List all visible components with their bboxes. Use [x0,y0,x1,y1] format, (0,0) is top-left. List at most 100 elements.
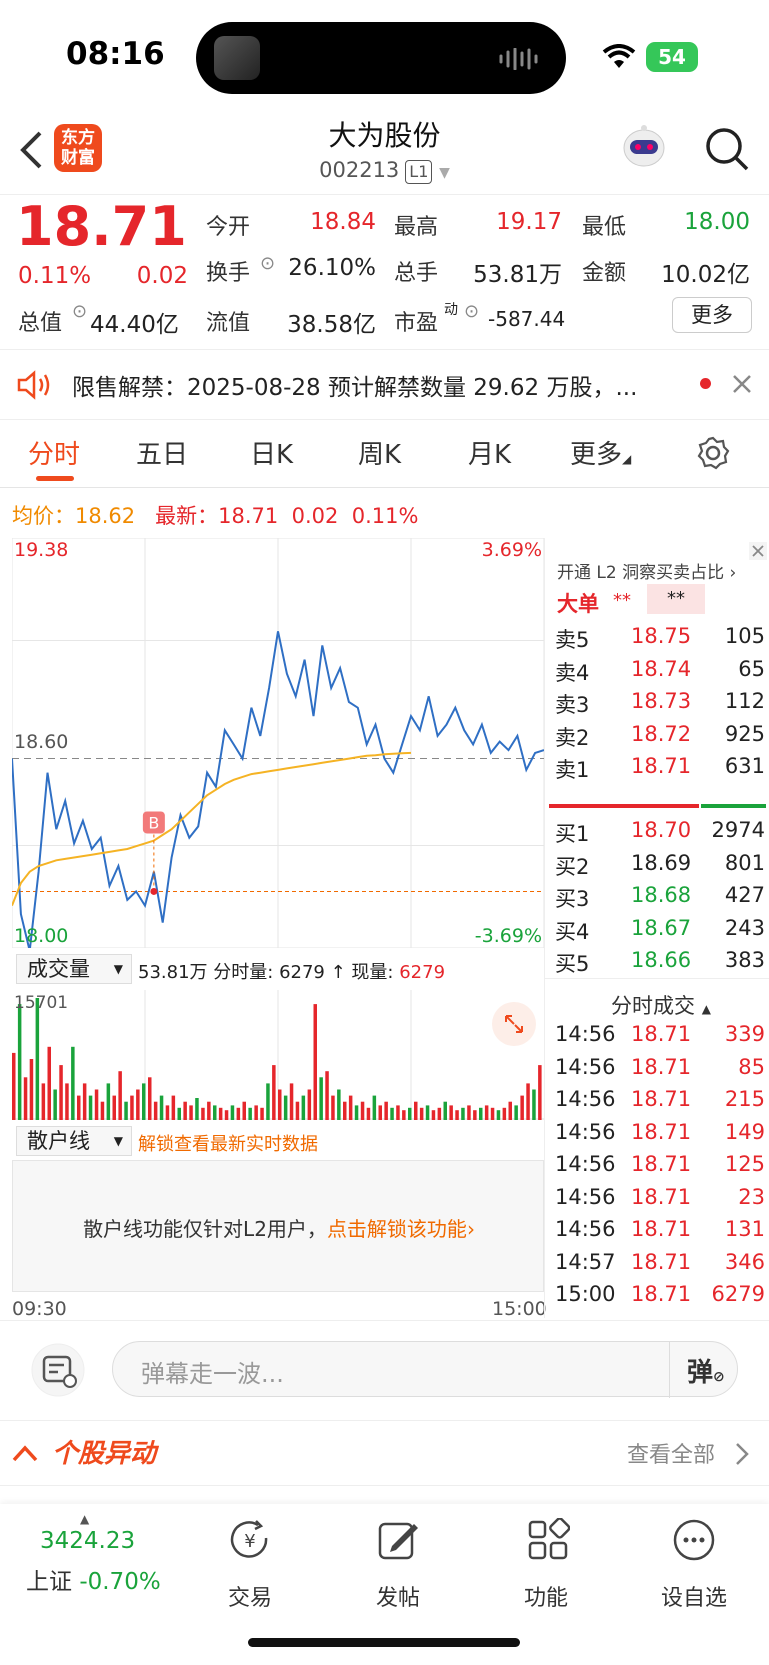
tab-intraday[interactable]: 分时 [28,434,80,471]
info-icon[interactable]: ⊙ [464,301,479,322]
volume-bar [484,1105,489,1120]
danmaku-list-icon[interactable] [28,1343,88,1397]
trade-row: 14:56 18.71 131 [555,1217,765,1249]
volume-bar [201,1107,205,1120]
volume-bar [195,1098,199,1120]
ask-label: 卖3 [555,693,590,717]
unlock-link[interactable]: 点击解锁该功能 [327,1217,467,1241]
tab-functions[interactable]: 功能 [496,1580,596,1612]
tab-watchlist[interactable]: 设自选 [644,1580,744,1612]
volume-bar [136,1089,140,1120]
tab-monthly-k[interactable]: 月K [468,434,511,471]
l2-promo[interactable]: 开通 L2 洞察买卖占比 › [557,558,736,583]
settings-icon[interactable] [696,436,730,470]
y-bottom-label: 18.00 [14,925,68,947]
battery-level: 54 [646,42,698,72]
cur-vol: 6279 [399,962,446,983]
robot-assistant-icon[interactable] [620,124,668,174]
volume-bar [82,1083,87,1120]
info-icon[interactable]: ⊙ [260,253,275,274]
tab-post[interactable]: 发帖 [348,1580,448,1612]
chevron-right-icon [736,1443,749,1465]
volume-bar [100,1101,105,1120]
ask-volume: 65 [738,656,765,681]
info-icon[interactable]: ⊙ [72,301,87,322]
latest-value: 18.71 [218,504,279,528]
volume-bar [153,1101,158,1120]
pct-bottom-label: -3.69% [475,925,542,947]
volume-bar [372,1095,377,1120]
volume-bar [532,1089,536,1120]
ask-label: 卖5 [555,628,590,652]
volume-bar [461,1107,465,1120]
volume-stats: 53.81万 分时量: 6279 ↑ 现量: 6279 [138,962,446,983]
bid-volume: 243 [724,915,765,940]
tab-more[interactable]: 更多◢ [570,434,631,471]
low-label: 最低 [582,215,627,240]
notice-bar[interactable]: 限售解禁：2025-08-28 预计解禁数量 29.62 万股，... [0,350,769,420]
open-value: 18.84 [310,209,376,235]
high-value: 19.17 [496,209,562,235]
trade-row: 14:56 18.71 149 [555,1120,765,1152]
volume-bar [118,1071,122,1120]
ask-row: 卖2 18.72 925 [555,722,765,754]
ask-ratio-bar [549,804,699,808]
stock-header: 东方 财富 大为股份 002213 L1 ▼ [0,112,769,194]
turnover-value: 26.10% [288,255,376,281]
last-price: 18.71 [16,195,187,258]
trades-title[interactable]: 分时成交 ▲ [611,990,711,1020]
close-icon[interactable] [749,542,767,560]
active-tab-indicator [36,476,74,481]
avg-price-line: 均价：18.62 最新：18.71 0.02 0.11% [12,500,418,530]
min-vol-label: 分时量: [213,962,274,983]
view-all-link[interactable]: 查看全部 [627,1437,715,1469]
tab-weekly-k[interactable]: 周K [358,434,401,471]
quote-panel: 18.71 0.11% 0.02 今开 18.84 最高 19.17 最低 18… [0,194,769,350]
tab-trade[interactable]: 交易 [200,1580,300,1612]
volume-bar [425,1105,430,1120]
volume-bar [490,1107,495,1120]
open-label: 今开 [206,215,251,240]
volume-bar [254,1105,258,1120]
indicator-select[interactable]: 成交量 ▼ [16,954,132,984]
search-icon[interactable] [704,126,750,172]
intraday-chart[interactable]: B 19.38 18.60 18.00 3.69% -3.69% [12,538,544,948]
volume-bar [130,1095,134,1120]
trade-label: 14:56 [555,1087,616,1111]
tab-daily-k[interactable]: 日K [250,434,293,471]
volume-bar [17,1004,22,1120]
volume-bar [289,1083,294,1120]
unlock-hint[interactable]: 解锁查看最新实时数据 [138,1130,318,1156]
trade-row: 14:56 18.71 125 [555,1152,765,1184]
index-ticker[interactable]: ▲ 3424.23 上证 -0.70% [0,1504,176,1614]
ask-label: 卖2 [555,725,590,750]
trades-title-text: 分时成交 [611,994,695,1018]
more-button[interactable]: 更多 [672,297,752,333]
volume-bar [272,1065,276,1120]
retail-select[interactable]: 散户线 ▼ [16,1126,132,1156]
caret-icon: ◢ [622,452,632,466]
time-axis-start: 09:30 [12,1298,67,1320]
latest-label: 最新： [155,504,219,528]
post-icon [378,1522,418,1560]
lock-text: 散户线功能仅针对L2用户， [83,1217,327,1241]
status-time: 08:16 [66,36,165,72]
volume-bar [319,1077,323,1120]
danmaku-toggle[interactable]: 弹⊘ [687,1352,725,1389]
min-vol: 6279 [279,962,325,983]
ask-row: 卖4 18.74 65 [555,657,765,689]
volume-bar [396,1105,400,1120]
waveform-icon [499,48,538,70]
retail-lock-box: 散户线功能仅针对L2用户，点击解锁该功能› [12,1160,544,1292]
tab-five-day[interactable]: 五日 [136,434,188,471]
ask-volume: 925 [724,721,765,746]
volume-bar [148,1077,152,1120]
avg-value: 18.62 [75,504,136,528]
volume-bar [47,1046,51,1120]
close-icon[interactable] [732,374,752,394]
y-top-label: 19.38 [14,539,68,561]
danmaku-input[interactable]: 弹幕走一波... 弹⊘ [112,1341,738,1398]
now-playing-icon [214,36,260,80]
stock-movement-bar[interactable]: 个股异动 查看全部 [0,1420,769,1486]
volume-bar [88,1095,93,1120]
